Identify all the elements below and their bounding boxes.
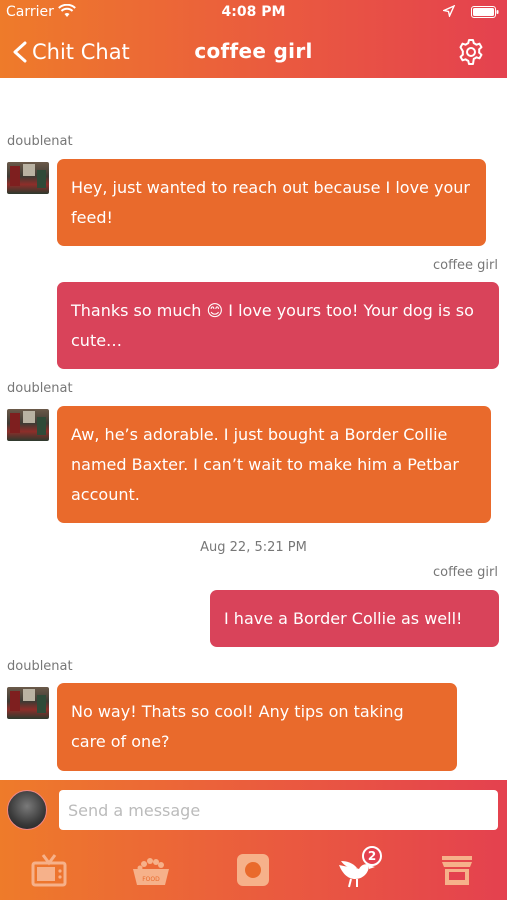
- tv-icon: [31, 854, 67, 887]
- sender-name: doublenat: [7, 134, 73, 149]
- battery-icon: [471, 6, 499, 18]
- tab-chat[interactable]: 2: [330, 846, 382, 892]
- location-arrow-icon: [443, 5, 455, 17]
- status-bar: Carrier 4:08 PM: [0, 0, 507, 26]
- message-list[interactable]: doublenat Hey, just wanted to reach out …: [0, 78, 507, 780]
- tab-bar: FOOD 2: [0, 842, 507, 900]
- food-bowl-icon: FOOD: [133, 858, 169, 885]
- message-bubble-outgoing: I have a Border Collie as well!: [210, 590, 499, 647]
- message-bubble-incoming: No way! Thats so cool! Any tips on takin…: [57, 683, 457, 771]
- food-icon-label: FOOD: [142, 876, 160, 883]
- message-input[interactable]: [59, 790, 498, 830]
- tab-shop[interactable]: [432, 850, 482, 892]
- sender-name: doublenat: [7, 659, 73, 674]
- sender-name: doublenat: [7, 381, 73, 396]
- tab-tv[interactable]: [24, 850, 74, 892]
- clock: 4:08 PM: [221, 4, 286, 20]
- avatar[interactable]: [7, 162, 49, 194]
- message-timestamp: Aug 22, 5:21 PM: [200, 540, 307, 555]
- sender-name: coffee girl: [432, 565, 498, 580]
- sender-name: coffee girl: [432, 258, 498, 273]
- notification-badge: 2: [362, 846, 382, 866]
- avatar[interactable]: [7, 409, 49, 441]
- gear-icon[interactable]: [457, 38, 485, 66]
- page-title: coffee girl: [194, 39, 313, 63]
- record-icon: [237, 854, 269, 886]
- message-bubble-incoming: Aw, he’s adorable. I just bought a Borde…: [57, 406, 491, 523]
- shop-icon: [442, 856, 472, 885]
- tab-food[interactable]: FOOD: [126, 850, 176, 892]
- avatar[interactable]: [7, 687, 49, 719]
- tab-record[interactable]: [228, 850, 278, 892]
- header: Carrier 4:08 PM Chit Chat coffee girl: [0, 0, 507, 78]
- avatar[interactable]: [7, 790, 47, 830]
- message-bubble-outgoing: Thanks so much 😊 I love yours too! Your …: [57, 282, 499, 369]
- composer: [0, 780, 507, 842]
- message-bubble-incoming: Hey, just wanted to reach out because I …: [57, 159, 486, 246]
